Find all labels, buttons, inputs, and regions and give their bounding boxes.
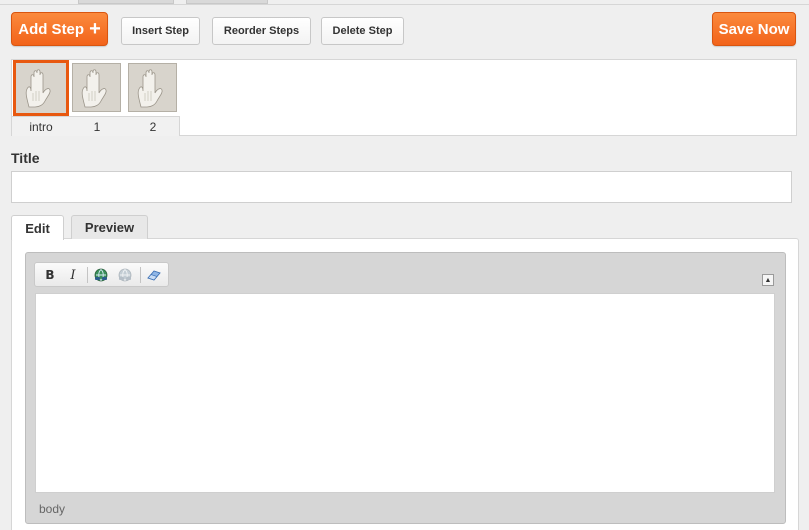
tab-edit[interactable]: Edit bbox=[11, 215, 64, 240]
editor-path-label: body bbox=[39, 502, 66, 516]
collapse-up-icon[interactable]: ▲ bbox=[762, 274, 774, 286]
save-now-button[interactable]: Save Now bbox=[712, 12, 796, 46]
hand-image bbox=[137, 68, 163, 107]
title-input[interactable] bbox=[11, 171, 792, 203]
step-thumbnail-1[interactable] bbox=[72, 63, 121, 112]
add-step-label: Add Step bbox=[18, 20, 85, 38]
reorder-steps-button[interactable]: Reorder Steps bbox=[212, 17, 311, 45]
step-thumbnail-strip: intro 1 2 bbox=[12, 60, 180, 136]
hand-image bbox=[81, 68, 107, 107]
steps-panel: intro 1 2 bbox=[11, 59, 797, 136]
editor-content-area[interactable] bbox=[35, 293, 775, 493]
unlink-icon[interactable] bbox=[116, 266, 134, 284]
hand-image bbox=[25, 69, 51, 108]
tab-preview[interactable]: Preview bbox=[71, 215, 148, 239]
editor-toolbar: B I bbox=[34, 262, 169, 287]
bold-icon[interactable]: B bbox=[41, 266, 59, 284]
delete-step-button[interactable]: Delete Step bbox=[321, 17, 404, 45]
link-icon[interactable] bbox=[92, 266, 110, 284]
step-label-intro[interactable]: intro bbox=[13, 120, 69, 134]
insert-step-button[interactable]: Insert Step bbox=[121, 17, 200, 45]
plus-icon: + bbox=[89, 18, 101, 40]
add-step-button[interactable]: Add Step + bbox=[11, 12, 108, 46]
eraser-icon[interactable] bbox=[145, 266, 163, 284]
step-thumbnail-intro[interactable] bbox=[13, 60, 69, 116]
step-label-1[interactable]: 1 bbox=[69, 120, 125, 134]
italic-icon[interactable]: I bbox=[64, 266, 82, 284]
toolbar-separator bbox=[87, 267, 88, 283]
step-label-2[interactable]: 2 bbox=[125, 120, 181, 134]
step-thumbnail-2[interactable] bbox=[128, 63, 177, 112]
toolbar-separator bbox=[140, 267, 141, 283]
step-labels-row: intro 1 2 bbox=[12, 116, 180, 136]
title-label: Title bbox=[11, 150, 40, 166]
divider bbox=[0, 4, 809, 5]
